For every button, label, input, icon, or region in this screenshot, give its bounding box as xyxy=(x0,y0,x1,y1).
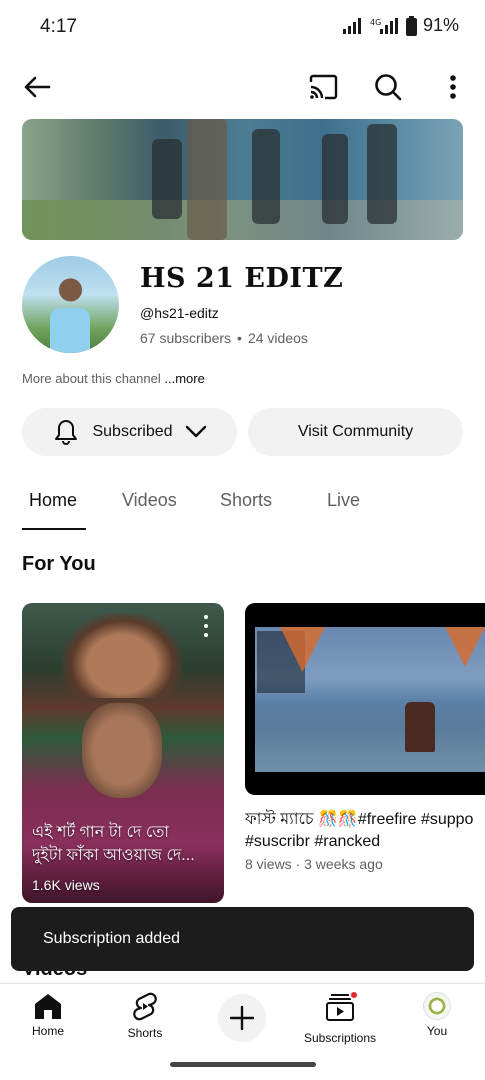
tab-live[interactable]: Live xyxy=(327,490,360,511)
short-views: 1.6K views xyxy=(32,877,100,893)
video-count: 24 videos xyxy=(247,330,308,346)
more-vert-icon xyxy=(450,75,456,99)
video-title-line1: ফাস্ট ম্যাচে 🎊🎊#freefire #suppo xyxy=(245,811,474,828)
subscribed-button[interactable]: Subscribed xyxy=(22,408,237,456)
video-title-line2: #suscribr #rancked xyxy=(245,833,381,850)
channel-handle: @hs21-editz xyxy=(140,305,219,321)
video-title: ফাস্ট ম্যাচে 🎊🎊#freefire #suppo #suscrib… xyxy=(245,809,485,853)
channel-banner xyxy=(22,119,463,240)
user-avatar xyxy=(423,992,451,1020)
subscriptions-icon-wrap xyxy=(325,990,359,1027)
cast-icon xyxy=(309,74,338,100)
for-you-heading: For You xyxy=(22,553,96,575)
plus-icon xyxy=(229,1005,255,1031)
search-icon xyxy=(375,74,402,101)
banner-figure xyxy=(322,134,348,224)
video-thumbnail-image xyxy=(255,627,485,772)
short-title-line1: এই শর্ট গান টা দে তো xyxy=(32,824,169,841)
notification-dot xyxy=(349,990,359,1000)
active-tab-indicator xyxy=(22,528,86,530)
game-character xyxy=(405,702,435,752)
about-channel-link[interactable]: More about this channel ...more xyxy=(22,371,205,386)
signal-4g-icon: 4G xyxy=(370,17,398,34)
channel-avatar[interactable] xyxy=(22,256,119,353)
banner-figure xyxy=(152,139,182,219)
short-more-button[interactable] xyxy=(196,615,216,637)
video-meta: 8 views · 3 weeks ago xyxy=(245,856,383,872)
about-more-link[interactable]: ...more xyxy=(164,371,204,386)
visit-community-label: Visit Community xyxy=(297,423,414,440)
chevron-down-icon xyxy=(185,425,206,438)
status-time: 4:17 xyxy=(40,16,77,37)
signal-icon xyxy=(342,17,361,34)
top-app-bar xyxy=(0,60,485,114)
nav-home-label: Home xyxy=(31,1024,64,1038)
create-button[interactable] xyxy=(218,994,266,1042)
nav-you[interactable]: You xyxy=(392,992,482,1038)
home-icon xyxy=(35,994,61,1019)
bottom-navigation: Home Shorts Subscriptions You xyxy=(0,983,485,1080)
more-options-button[interactable] xyxy=(431,65,475,109)
battery-icon xyxy=(405,15,417,36)
short-thumbnail-face xyxy=(62,613,182,698)
search-button[interactable] xyxy=(366,65,410,109)
subscriber-count: 67 subscribers xyxy=(140,330,232,346)
cast-button[interactable] xyxy=(301,65,345,109)
nav-shorts-label: Shorts xyxy=(127,1026,163,1040)
back-arrow-icon xyxy=(24,76,51,98)
shorts-icon xyxy=(133,992,157,1021)
channel-name: HS 21 EDITZ xyxy=(140,263,344,294)
gesture-navigation-bar xyxy=(170,1062,316,1067)
status-bar: 4:17 4G 91% xyxy=(0,0,485,52)
nav-subscriptions[interactable]: Subscriptions xyxy=(295,990,385,1045)
short-card[interactable]: এই শর্ট গান টা দে তো দুইটা ফাঁকা আওয়াজ … xyxy=(22,603,224,903)
banner-tree xyxy=(187,119,227,240)
visit-community-button[interactable]: Visit Community xyxy=(248,408,463,456)
channel-stats: 67 subscribers • 24 videos xyxy=(140,330,308,346)
nav-shorts[interactable]: Shorts xyxy=(100,992,190,1040)
nav-home[interactable]: Home xyxy=(3,992,93,1038)
banner-figure xyxy=(367,124,397,224)
subscription-toast: Subscription added xyxy=(11,907,474,971)
short-thumbnail-person xyxy=(82,703,162,798)
banner-figure xyxy=(252,129,280,224)
svg-text:4G: 4G xyxy=(370,18,381,27)
tab-videos[interactable]: Videos xyxy=(122,490,177,511)
game-banner-right xyxy=(445,627,485,667)
nav-you-label: You xyxy=(426,1024,448,1038)
video-card[interactable]: ফাস্ট ম্যাচে 🎊🎊#freefire #suppo #suscrib… xyxy=(245,603,485,872)
tab-home[interactable]: Home xyxy=(29,490,77,511)
subscribed-label: Subscribed xyxy=(92,423,173,440)
about-text: More about this channel xyxy=(22,371,161,386)
short-title: এই শর্ট গান টা দে তো দুইটা ফাঁকা আওয়াজ … xyxy=(32,821,218,867)
avatar-body xyxy=(50,308,90,353)
battery-percentage: 91% xyxy=(422,15,459,35)
video-thumbnail[interactable] xyxy=(245,603,485,795)
bell-icon xyxy=(55,420,78,445)
toast-message: Subscription added xyxy=(43,930,180,947)
stats-separator: • xyxy=(237,330,242,346)
status-icons: 4G 91% xyxy=(342,15,459,36)
short-title-line2: দুইটা ফাঁকা আওয়াজ দে... xyxy=(32,847,195,864)
tab-shorts[interactable]: Shorts xyxy=(220,490,272,511)
nav-subscriptions-label: Subscriptions xyxy=(303,1031,377,1045)
back-button[interactable] xyxy=(15,65,59,109)
channel-tabs: Home Videos Shorts Live xyxy=(0,482,485,530)
